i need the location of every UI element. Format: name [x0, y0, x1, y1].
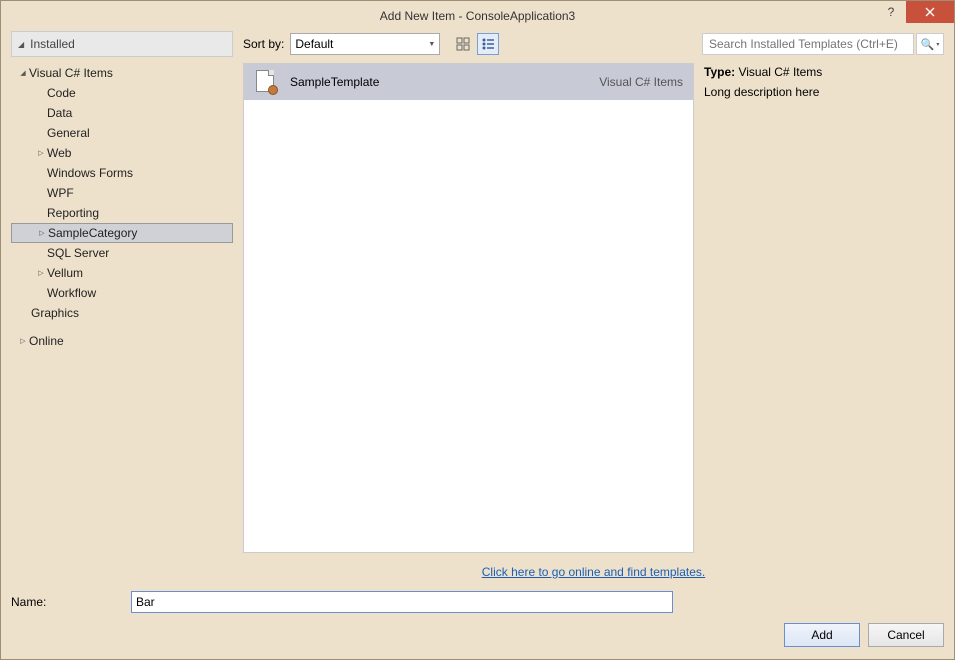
expand-arrow-icon: ▷	[35, 149, 47, 157]
tree-item-data[interactable]: Data	[11, 103, 233, 123]
sort-by-label: Sort by:	[243, 37, 284, 51]
template-tree: ◢Visual C# Items Code Data General ▷Web …	[11, 57, 233, 587]
details-pane: Type: Visual C# Items Long description h…	[704, 63, 944, 553]
name-input[interactable]	[131, 591, 673, 613]
template-file-icon	[254, 70, 278, 94]
tree-item-online[interactable]: ▷Online	[11, 331, 233, 351]
detail-type-label: Type:	[704, 65, 735, 79]
detail-type-value: Visual C# Items	[738, 65, 822, 79]
expand-arrow-icon: ▷	[36, 229, 48, 237]
tree-item-code[interactable]: Code	[11, 83, 233, 103]
titlebar: Add New Item - ConsoleApplication3 ?	[1, 1, 954, 31]
template-name: SampleTemplate	[290, 75, 599, 89]
cancel-button[interactable]: Cancel	[868, 623, 944, 647]
tree-item-graphics[interactable]: Graphics	[11, 303, 233, 323]
tree-item-samplecategory[interactable]: ▷SampleCategory	[11, 223, 233, 243]
sort-by-dropdown[interactable]: Default ▼	[290, 33, 440, 55]
search-button[interactable]: 🔍▾	[916, 33, 944, 55]
window-title: Add New Item - ConsoleApplication3	[380, 9, 575, 23]
expand-arrow-icon: ◢	[17, 69, 29, 77]
collapse-arrow-icon: ◢	[18, 40, 24, 49]
view-medium-icons-button[interactable]	[452, 33, 474, 55]
add-button[interactable]: Add	[784, 623, 860, 647]
tree-item-web[interactable]: ▷Web	[11, 143, 233, 163]
sidebar-header-label: Installed	[30, 37, 75, 51]
tree-item-vellum[interactable]: ▷Vellum	[11, 263, 233, 283]
sidebar: ◢ Installed ◢Visual C# Items Code Data G…	[11, 31, 233, 587]
tree-item-sqlserver[interactable]: SQL Server	[11, 243, 233, 263]
search-icon: 🔍	[921, 38, 935, 51]
titlebar-controls: ?	[876, 1, 954, 23]
expand-arrow-icon: ▷	[35, 269, 47, 277]
tree-item-workflow[interactable]: Workflow	[11, 283, 233, 303]
template-row[interactable]: SampleTemplate Visual C# Items	[244, 64, 693, 100]
chevron-down-icon: ▾	[936, 41, 939, 48]
name-label: Name:	[11, 595, 121, 609]
detail-description: Long description here	[704, 85, 944, 99]
tree-item-cs-items[interactable]: ◢Visual C# Items	[11, 63, 233, 83]
view-small-icons-button[interactable]	[477, 33, 499, 55]
expand-arrow-icon: ▷	[17, 337, 29, 345]
tree-item-general[interactable]: General	[11, 123, 233, 143]
help-button[interactable]: ?	[876, 1, 906, 23]
tree-item-wpf[interactable]: WPF	[11, 183, 233, 203]
close-button[interactable]	[906, 1, 954, 23]
toolbar: Sort by: Default ▼ 🔍▾	[243, 31, 944, 57]
template-language: Visual C# Items	[599, 75, 683, 89]
sort-by-value: Default	[295, 37, 333, 51]
chevron-down-icon: ▼	[428, 41, 435, 48]
search-input[interactable]	[702, 33, 914, 55]
template-list: SampleTemplate Visual C# Items	[243, 63, 694, 553]
online-templates-link[interactable]: Click here to go online and find templat…	[482, 565, 705, 579]
sidebar-tab-installed[interactable]: ◢ Installed	[11, 31, 233, 57]
tree-item-reporting[interactable]: Reporting	[11, 203, 233, 223]
tree-item-winforms[interactable]: Windows Forms	[11, 163, 233, 183]
